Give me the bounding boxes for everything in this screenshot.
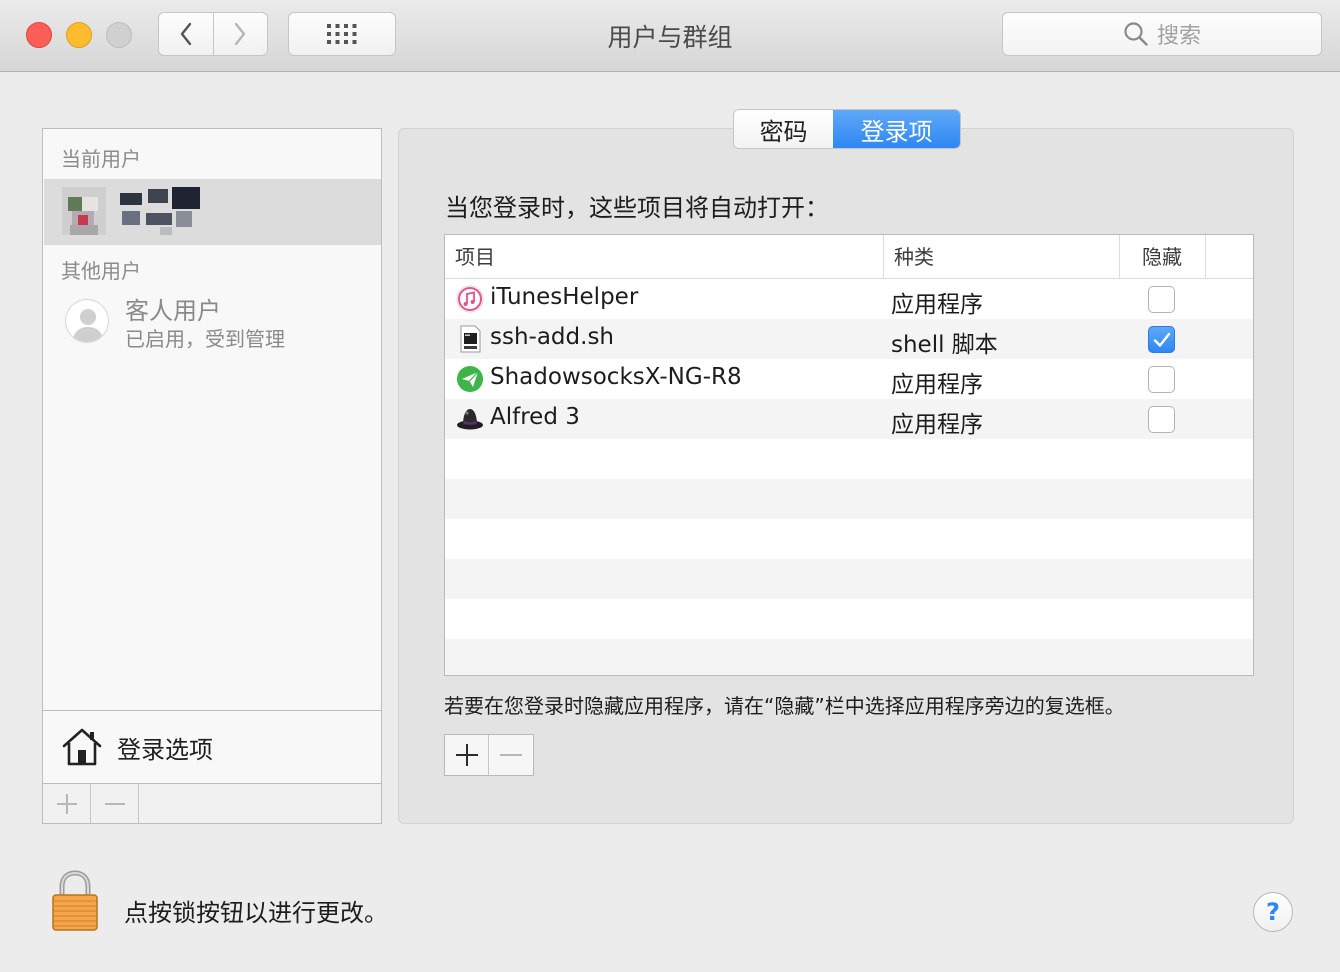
minus-icon [500, 754, 522, 756]
guest-user-item[interactable]: 客人用户 已启用，受到管理 [65, 291, 365, 351]
other-users-header: 其他用户 [61, 259, 141, 283]
shadowsocks-icon [457, 366, 483, 392]
empty-row [445, 639, 1253, 675]
forward-button[interactable] [212, 13, 268, 55]
itunes-icon [456, 285, 484, 313]
table-row[interactable]: Alfred 3 应用程序 [445, 399, 1253, 439]
title-bar: 用户与群组 搜索 [0, 0, 1340, 72]
column-header-spacer [1205, 235, 1253, 279]
add-login-item-button[interactable] [445, 735, 489, 775]
zoom-window-button[interactable] [106, 22, 132, 48]
chevron-left-icon [180, 22, 191, 46]
checkmark-icon [1153, 332, 1170, 347]
search-field[interactable]: 搜索 [1002, 12, 1322, 56]
table-row[interactable]: ShadowsocksX-NG-R8 应用程序 [445, 359, 1253, 399]
plus-icon [56, 793, 77, 814]
login-options-item[interactable]: 登录选项 [42, 710, 382, 784]
item-name: iTunesHelper [490, 284, 639, 310]
login-options-label: 登录选项 [117, 735, 213, 764]
hide-checkbox[interactable] [1148, 286, 1175, 313]
search-icon [1124, 22, 1148, 46]
column-header-item[interactable]: 项目 [445, 235, 883, 279]
item-kind: 应用程序 [891, 412, 983, 438]
minimize-window-button[interactable] [66, 22, 92, 48]
empty-row [445, 519, 1253, 559]
plus-icon [455, 744, 478, 766]
user-avatar [62, 187, 106, 235]
current-user-item[interactable] [44, 179, 381, 245]
tab-bar: 密码 登录项 [733, 109, 961, 149]
tab-login-items[interactable]: 登录项 [833, 110, 960, 148]
show-all-button[interactable] [288, 12, 396, 56]
minus-icon [104, 802, 125, 805]
grid-icon [327, 24, 357, 44]
help-button[interactable]: ? [1253, 892, 1293, 932]
shell-script-icon [460, 325, 481, 353]
search-placeholder: 搜索 [1156, 24, 1201, 49]
login-items-table[interactable]: 项目 种类 隐藏 iTunesHelper 应用程序 ssh-add.sh sh… [444, 234, 1254, 676]
empty-row [445, 599, 1253, 639]
tab-password[interactable]: 密码 [734, 110, 834, 148]
item-kind: 应用程序 [891, 372, 983, 398]
empty-row [445, 479, 1253, 519]
item-name: ShadowsocksX-NG-R8 [490, 364, 742, 390]
guest-user-name: 客人用户 [125, 297, 221, 325]
login-items-controls [444, 734, 534, 776]
column-header-kind[interactable]: 种类 [883, 235, 1119, 279]
table-row[interactable]: ssh-add.sh shell 脚本 [445, 319, 1253, 359]
empty-row [445, 559, 1253, 599]
navigation-buttons [158, 12, 268, 56]
column-header-hide[interactable]: 隐藏 [1119, 235, 1205, 279]
user-list: 当前用户 其他用户 客人用户 已启用，受到管理 [42, 128, 382, 712]
remove-login-item-button[interactable] [489, 735, 533, 775]
chevron-right-icon [235, 22, 246, 46]
hide-checkbox[interactable] [1148, 366, 1175, 393]
alfred-icon [457, 409, 483, 430]
hide-checkbox[interactable] [1148, 326, 1175, 353]
login-items-intro: 当您登录时，这些项目将自动打开： [445, 194, 829, 222]
add-user-button[interactable] [43, 784, 91, 823]
item-name: ssh-add.sh [490, 324, 615, 350]
hide-checkbox[interactable] [1148, 406, 1175, 433]
guest-avatar-icon [65, 299, 109, 343]
user-name-redacted [120, 187, 202, 237]
current-users-header: 当前用户 [61, 147, 141, 171]
guest-user-status: 已启用，受到管理 [125, 327, 285, 351]
house-icon [62, 728, 102, 766]
item-kind: shell 脚本 [891, 332, 998, 358]
back-button[interactable] [159, 13, 213, 55]
remove-user-button[interactable] [91, 784, 139, 823]
lock-icon[interactable] [50, 870, 100, 932]
table-rows: iTunesHelper 应用程序 ssh-add.sh shell 脚本 Sh… [445, 279, 1253, 675]
hide-hint: 若要在您登录时隐藏应用程序，请在“隐藏”栏中选择应用程序旁边的复选框。 [444, 694, 1125, 718]
empty-row [445, 439, 1253, 479]
user-list-controls [42, 784, 382, 824]
item-kind: 应用程序 [891, 292, 983, 318]
system-preferences-window: 用户与群组 搜索 当前用户 其他用户 客人用户 已启用，受到管理 登录选项 密码… [0, 0, 1340, 972]
window-title: 用户与群组 [607, 23, 733, 52]
table-row[interactable]: iTunesHelper 应用程序 [445, 279, 1253, 319]
close-window-button[interactable] [26, 22, 52, 48]
lock-message: 点按锁按钮以进行更改。 [124, 899, 388, 927]
item-name: Alfred 3 [490, 404, 580, 430]
table-header: 项目 种类 隐藏 [445, 235, 1253, 279]
